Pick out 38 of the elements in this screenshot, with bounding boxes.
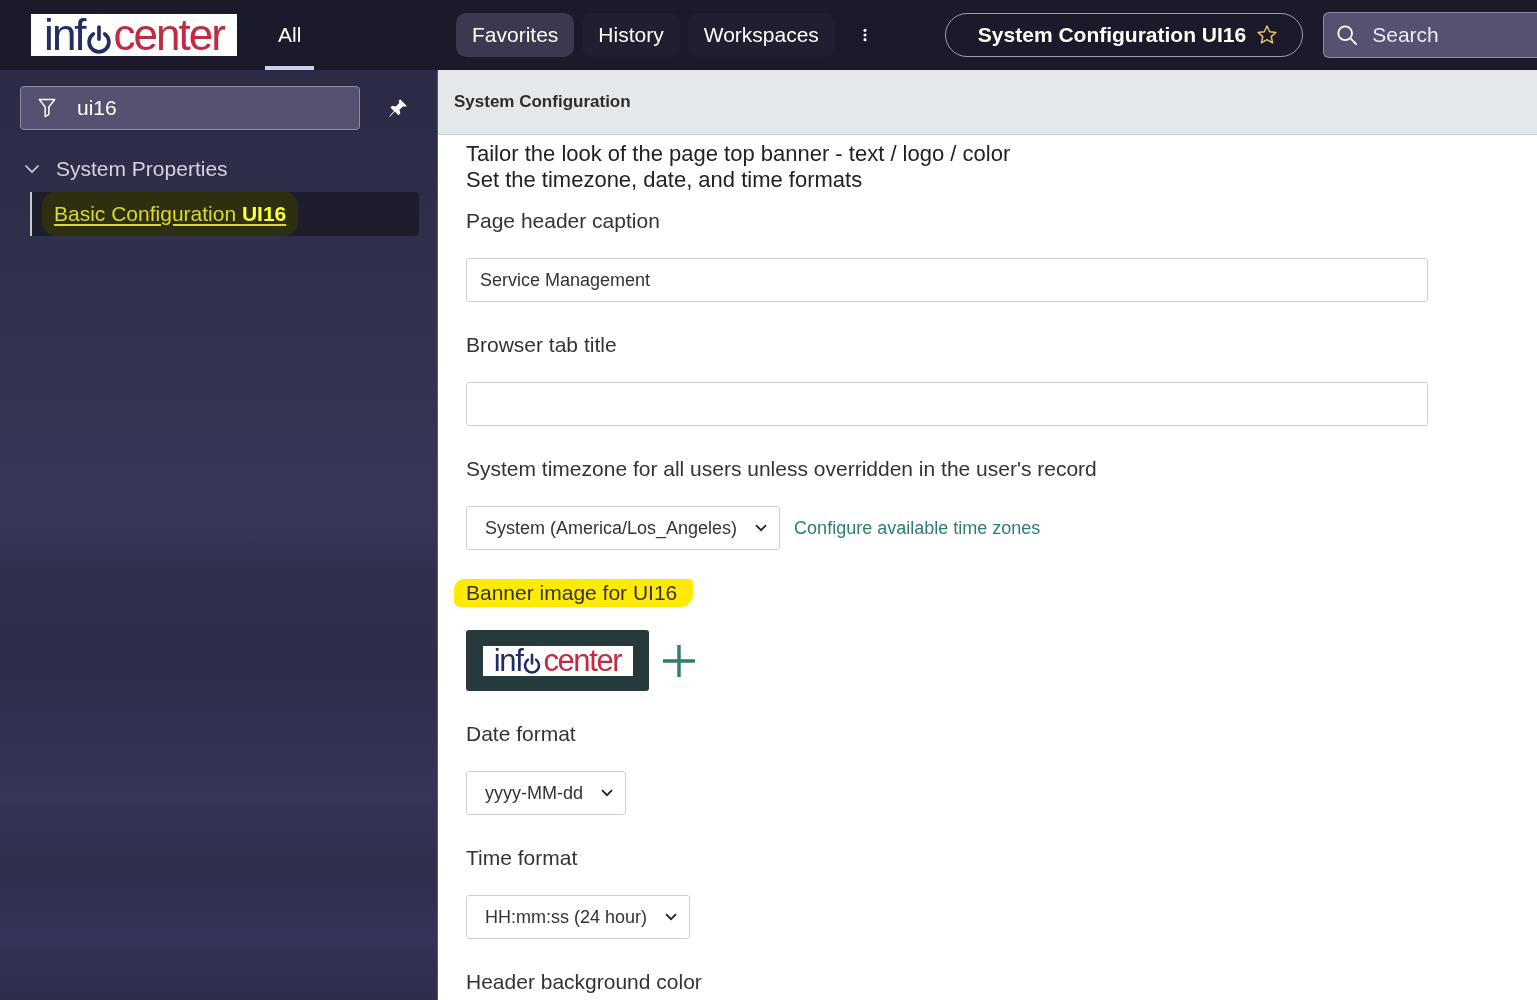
chevron-down-icon xyxy=(601,789,613,797)
filter-icon xyxy=(38,97,56,119)
field-label: Browser tab title xyxy=(466,332,617,358)
section-header: System Configuration xyxy=(438,70,1537,135)
star-icon[interactable] xyxy=(1256,24,1279,46)
dropdown-select[interactable]: HH:mm:ss (24 hour) xyxy=(466,895,691,939)
configure-link[interactable]: Configure available time zones xyxy=(794,514,1041,542)
tree-group-toggle[interactable]: System Properties xyxy=(0,151,437,187)
logo-text: center xyxy=(543,645,622,676)
description-text: Tailor the look of the page top banner - text / logo / color xyxy=(466,141,1012,167)
logo-text: center xyxy=(113,13,224,57)
field-label: System timezone for all users unless overridden in the user's record xyxy=(466,456,1097,482)
power-icon xyxy=(84,23,113,54)
field-label: Date format xyxy=(466,721,576,747)
chevron-down-icon xyxy=(665,913,678,921)
search-icon xyxy=(1336,24,1359,46)
logo-text: inf xyxy=(493,645,523,676)
nav-link[interactable]: Basic Configuration UI16 xyxy=(30,192,419,236)
power-icon xyxy=(522,652,543,674)
pin-icon[interactable] xyxy=(388,98,408,118)
logo-text: inf xyxy=(44,13,85,57)
nav-tab[interactable]: Favorites xyxy=(456,13,575,57)
page-title: System Configuration UI16 xyxy=(977,22,1247,49)
plus-icon[interactable] xyxy=(662,643,696,678)
chevron-down-icon xyxy=(755,524,768,532)
nav-tab[interactable]: History xyxy=(582,13,680,57)
text-field[interactable]: Service Management xyxy=(466,258,1428,302)
dropdown-select[interactable]: yyyy-MM-dd xyxy=(466,771,626,815)
text-field[interactable] xyxy=(466,382,1428,426)
field-label: Page header caption xyxy=(466,208,660,234)
filter-field[interactable]: ui16 xyxy=(20,86,360,130)
nav-tab[interactable]: Workspaces xyxy=(687,13,835,57)
field-label: Header background color xyxy=(466,969,702,995)
field-label: Time format xyxy=(466,845,578,871)
dropdown-select[interactable]: System (America/Los_Angeles) xyxy=(466,506,781,550)
search-field[interactable]: Search xyxy=(1323,12,1537,58)
field-label: Banner image for UI16 xyxy=(454,579,694,607)
description-text: Set the timezone, date, and time formats xyxy=(466,167,864,193)
